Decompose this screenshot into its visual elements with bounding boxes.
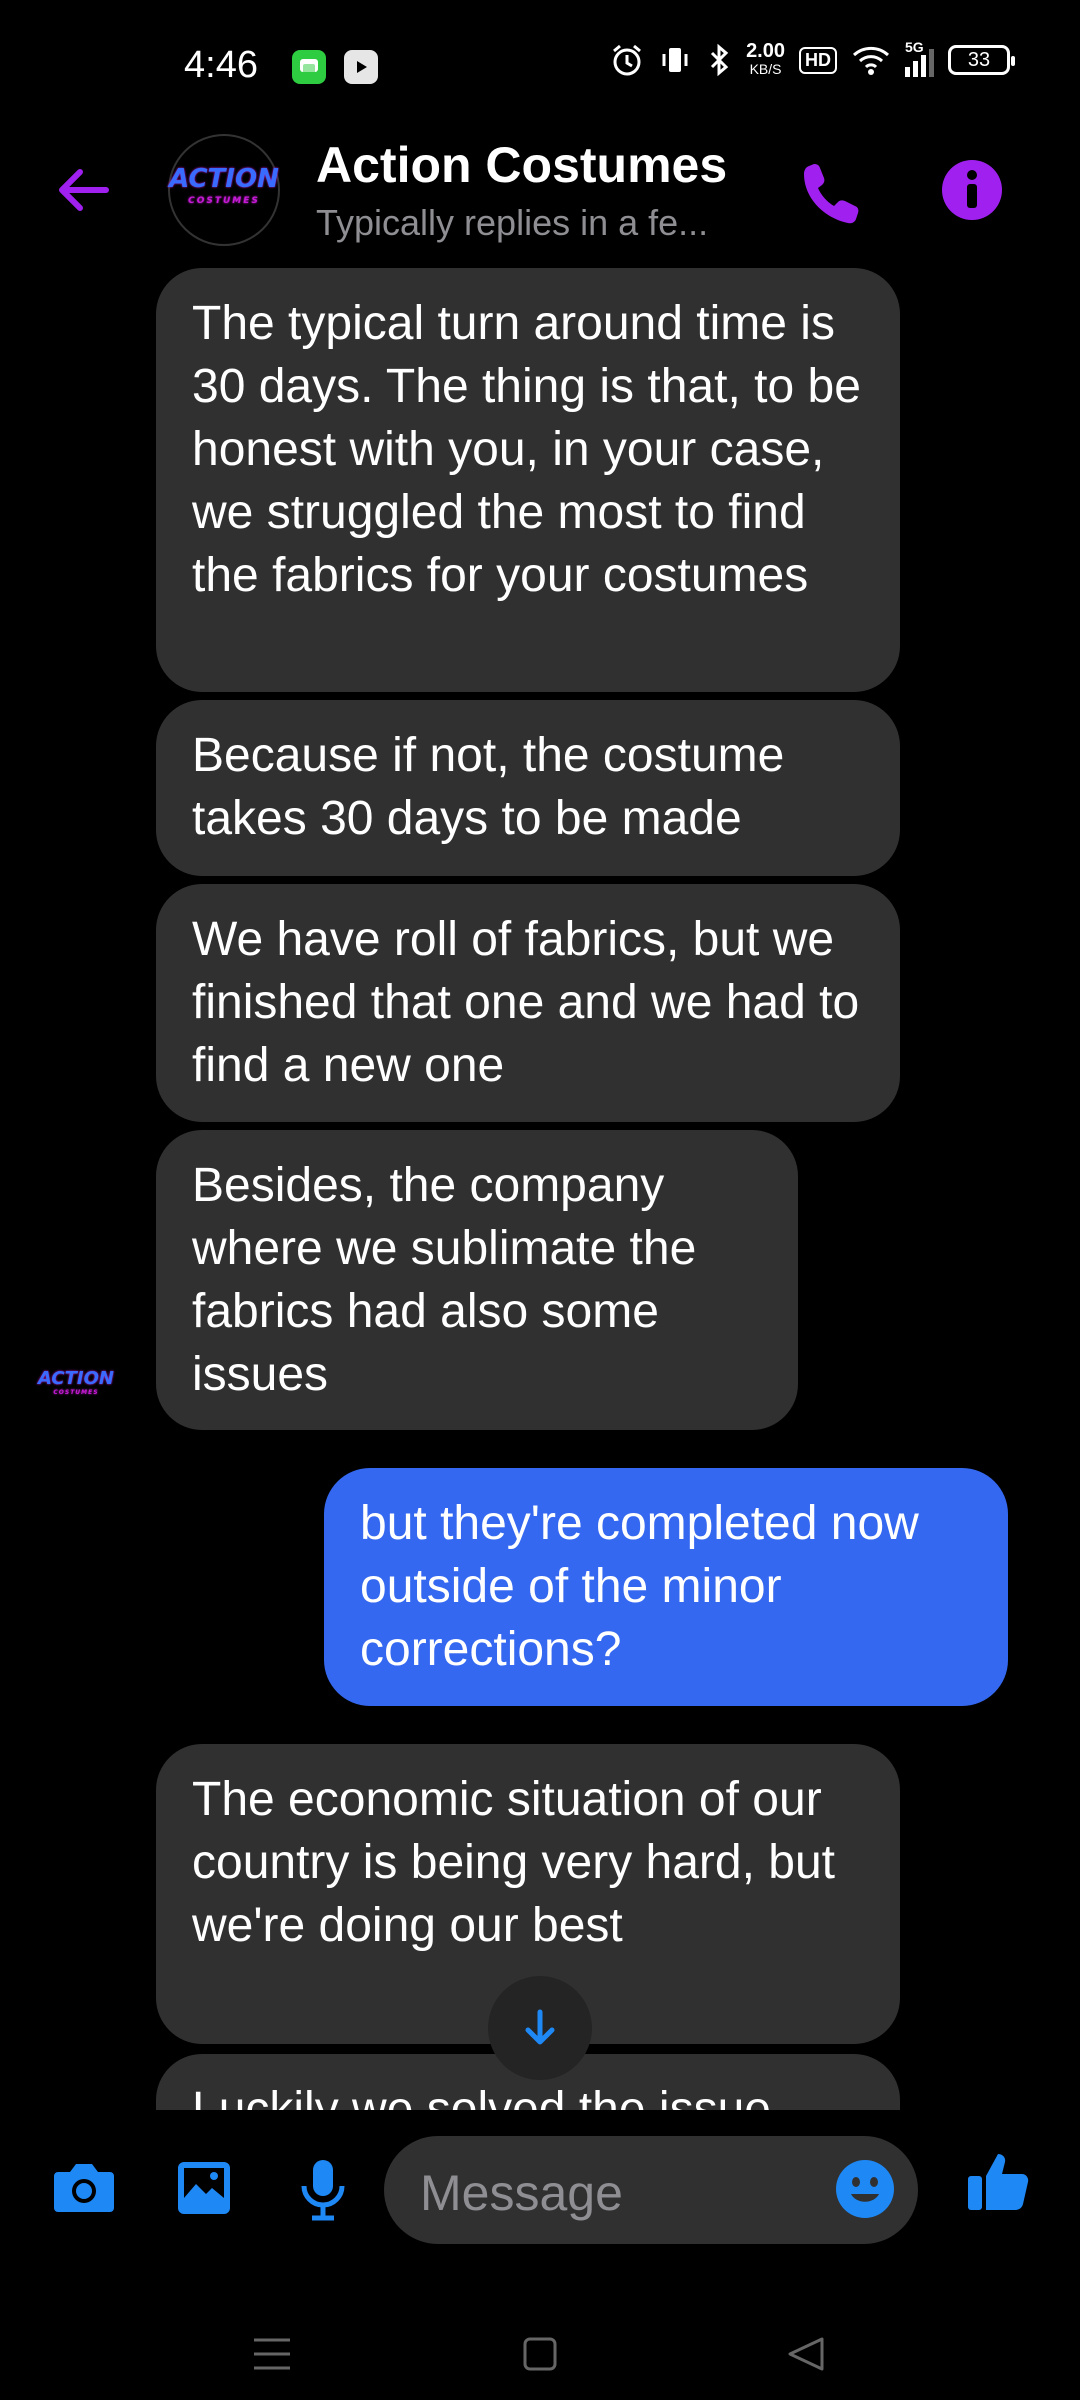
message-composer: Message: [0, 2120, 1080, 2260]
phone-icon[interactable]: [800, 160, 860, 224]
message-sent[interactable]: but they're completed now outside of the…: [324, 1468, 1008, 1706]
microphone-icon[interactable]: [298, 2158, 348, 2222]
smiley-icon[interactable]: [834, 2158, 896, 2220]
signal-indicator: 5G: [905, 39, 934, 77]
conversation-header: ACTION COSTUMES Action Costumes Typicall…: [0, 130, 1080, 270]
status-icons: 2.00 KB/S HD 5G 33: [610, 39, 1015, 78]
arrow-down-icon: [525, 2009, 555, 2045]
system-navigation-bar: [0, 2300, 1080, 2400]
message-placeholder: Message: [420, 2165, 623, 2221]
status-time: 4:46: [184, 44, 258, 86]
scroll-to-bottom-button[interactable]: [488, 1976, 592, 2080]
messages-app-icon: [292, 50, 326, 84]
thumbs-up-icon[interactable]: [966, 2148, 1032, 2214]
message-received[interactable]: The typical turn around time is 30 days.…: [156, 268, 900, 692]
message-input[interactable]: Message: [384, 2136, 918, 2244]
contact-name[interactable]: Action Costumes: [316, 136, 727, 194]
message-received[interactable]: Besides, the company where we sublimate …: [156, 1130, 798, 1430]
image-icon[interactable]: [174, 2158, 234, 2218]
camera-icon[interactable]: [50, 2158, 118, 2218]
action-costumes-logo: ACTION COSTUMES: [169, 164, 279, 206]
home-icon[interactable]: [522, 2336, 558, 2372]
back-icon[interactable]: [786, 2336, 826, 2372]
hd-badge: HD: [799, 46, 837, 74]
alarm-icon: [613, 44, 642, 76]
back-arrow-icon[interactable]: [52, 160, 112, 220]
sender-avatar: ACTION COSTUMES: [38, 1368, 114, 1400]
message-received[interactable]: Because if not, the costume takes 30 day…: [156, 700, 900, 876]
battery-indicator: 33: [948, 45, 1015, 75]
menu-icon[interactable]: [252, 2336, 292, 2372]
status-bar: 4:46 2.00 KB/S HD 5G 33: [0, 0, 1080, 130]
message-received[interactable]: We have roll of fabrics, but we finished…: [156, 884, 900, 1122]
message-list[interactable]: The typical turn around time is 30 days.…: [0, 268, 1080, 2110]
action-costumes-logo: ACTION COSTUMES: [38, 1368, 114, 1397]
net-speed: 2.00 KB/S: [746, 40, 785, 77]
contact-avatar[interactable]: ACTION COSTUMES: [168, 134, 280, 246]
youtube-app-icon: [344, 50, 378, 84]
bluetooth-icon: [711, 43, 729, 77]
vibrate-icon: [662, 48, 688, 72]
info-icon[interactable]: [940, 158, 1004, 222]
contact-status: Typically replies in a fe...: [316, 202, 709, 243]
wifi-icon: [852, 46, 890, 75]
